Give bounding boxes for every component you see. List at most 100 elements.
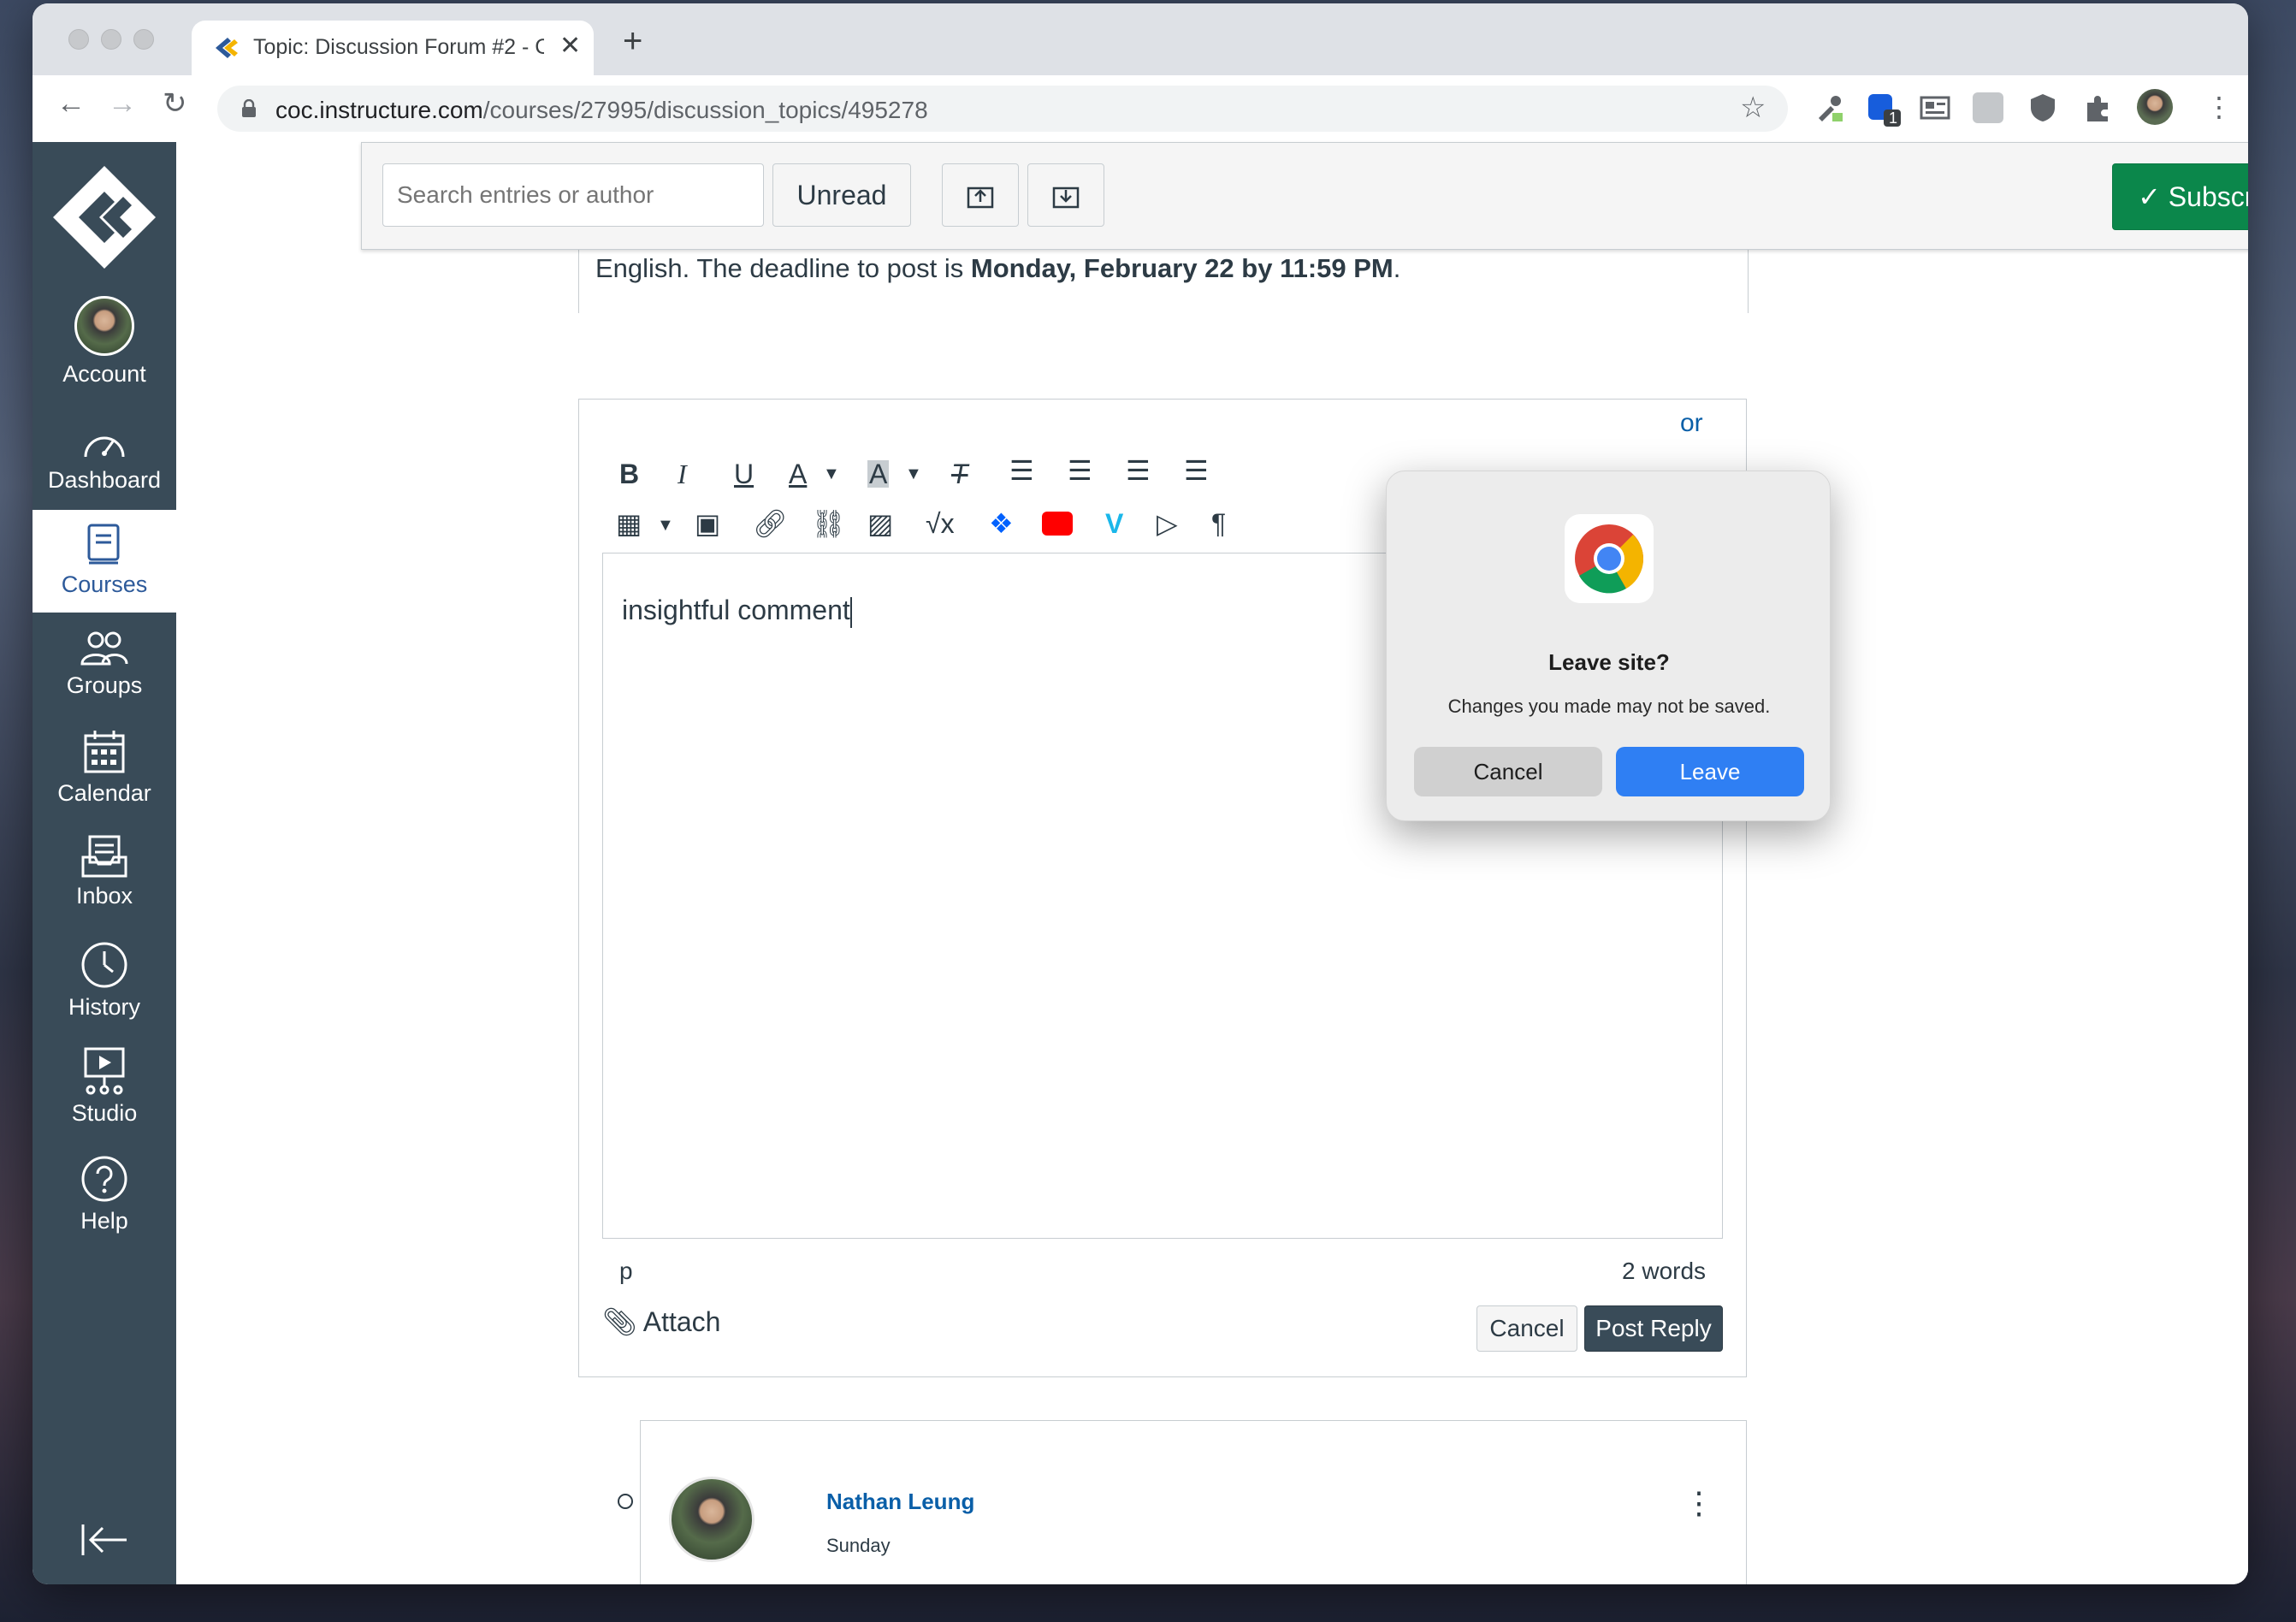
align-left-icon[interactable]: ☰ (1009, 457, 1034, 484)
calendar-icon (84, 731, 125, 773)
bold-icon[interactable]: B (619, 460, 639, 488)
indent-icon[interactable]: ☰ (1184, 457, 1209, 484)
underline-icon[interactable]: U (734, 460, 754, 488)
minimize-window-button[interactable] (101, 29, 121, 50)
element-path: p (619, 1258, 633, 1284)
discussion-toolbar: Unread ✓ Subscribed (361, 142, 2248, 250)
align-center-icon[interactable]: ☰ (1068, 457, 1092, 484)
sidebar-item-studio[interactable]: Studio (33, 1047, 176, 1127)
collapse-nav-icon[interactable] (80, 1523, 128, 1557)
sidebar-item-label: Inbox (75, 883, 133, 909)
unlink-icon[interactable]: ⛓︎ (811, 510, 846, 537)
sidebar-item-courses[interactable]: Courses (33, 510, 176, 613)
courses-book-icon (87, 524, 120, 565)
sidebar-item-label: Groups (66, 672, 143, 698)
attach-button[interactable]: 📎︎ Attach (602, 1305, 720, 1338)
attach-label: Attach (642, 1306, 721, 1337)
browser-menu-icon[interactable]: ⋮ (2205, 91, 2233, 123)
dialog-leave-button[interactable]: Leave (1616, 747, 1804, 796)
subscribed-label: Subscribed (2168, 181, 2248, 212)
more-options-icon[interactable]: ⋮ (1684, 1485, 1714, 1521)
search-entries-input[interactable] (382, 163, 764, 227)
dialog-title: Leave site? (1548, 649, 1670, 675)
subscribed-button[interactable]: ✓ Subscribed (2112, 163, 2248, 230)
link-icon[interactable]: 🔗︎ (753, 510, 788, 537)
address-bar[interactable]: coc.instructure.com/courses/27995/discus… (217, 86, 1788, 132)
sidebar-item-history[interactable]: History (33, 941, 176, 1021)
back-icon[interactable]: ← (56, 89, 86, 118)
table-icon[interactable]: ▦ (616, 510, 642, 537)
sidebar-item-inbox[interactable]: Inbox (33, 835, 176, 909)
image-icon[interactable]: ▨ (867, 510, 893, 537)
sidebar-item-dashboard[interactable]: Dashboard (33, 424, 176, 494)
dropbox-icon[interactable]: ❖ (989, 510, 1014, 537)
leave-site-dialog: Leave site? Changes you made may not be … (1386, 471, 1831, 821)
italic-icon[interactable]: I (678, 460, 687, 488)
groups-icon (80, 631, 128, 666)
browser-tab[interactable]: Topic: Discussion Forum #2 - C ✕ (192, 21, 594, 75)
paragraph-icon[interactable]: ¶ (1211, 510, 1226, 537)
sidebar-item-help[interactable]: Help (33, 1155, 176, 1234)
html-editor-link[interactable]: or (1680, 409, 1703, 438)
forward-icon[interactable]: → (108, 89, 137, 118)
sidebar-item-label: Studio (71, 1100, 138, 1126)
new-tab-button[interactable]: + (623, 24, 642, 58)
cancel-reply-button[interactable]: Cancel (1476, 1305, 1577, 1352)
history-clock-icon (81, 942, 127, 988)
text-color-dropdown-icon[interactable]: ▼ (823, 465, 840, 482)
table-dropdown-icon[interactable]: ▼ (657, 517, 674, 534)
dashboard-icon (84, 436, 125, 458)
avatar[interactable] (669, 1477, 754, 1562)
extension-badge: 1 (1889, 110, 1898, 127)
text-caret (849, 596, 852, 628)
unread-indicator[interactable] (618, 1494, 633, 1509)
translate-extension-icon[interactable] (1973, 92, 2003, 123)
background-color-icon[interactable]: A (867, 460, 890, 488)
clear-formatting-icon[interactable]: T (951, 460, 968, 488)
lock-icon (242, 99, 256, 117)
browser-window: Topic: Discussion Forum #2 - C ✕ + ← → ↻… (33, 3, 2248, 1584)
tab-close-icon[interactable]: ✕ (559, 31, 581, 61)
sidebar-item-account[interactable]: Account (33, 296, 176, 388)
background-color-dropdown-icon[interactable]: ▼ (905, 465, 922, 482)
studio-icon (84, 1047, 125, 1095)
author-link[interactable]: Nathan Leung (826, 1489, 974, 1515)
text-color-icon[interactable]: A (789, 460, 807, 488)
media-icon[interactable]: ▣ (695, 510, 720, 537)
checkmark-icon: ✓ (2138, 181, 2169, 212)
zoom-window-button[interactable] (133, 29, 154, 50)
topic-text-start: English. The deadline to post is (595, 253, 971, 283)
tab-strip: Topic: Discussion Forum #2 - C ✕ + (33, 3, 2248, 75)
math-equation-icon[interactable]: √x (926, 510, 955, 537)
sidebar-item-groups[interactable]: Groups (33, 630, 176, 699)
extensions-puzzle-icon[interactable] (2082, 92, 2113, 123)
eyedropper-extension-icon[interactable] (1814, 92, 1844, 123)
word-count: 2 words (1622, 1258, 1707, 1284)
college-logo-icon[interactable] (44, 157, 164, 277)
sidebar-item-calendar[interactable]: Calendar (33, 729, 176, 807)
unread-filter-button[interactable]: Unread (772, 163, 911, 227)
profile-avatar[interactable] (2137, 89, 2173, 125)
url-host: coc.instructure.com (275, 97, 483, 123)
video-icon[interactable]: ▷ (1157, 510, 1178, 537)
editor-content[interactable]: insightful comment (622, 595, 852, 628)
sidebar-item-label: Courses (61, 571, 148, 597)
reader-extension-icon[interactable] (1920, 92, 1950, 123)
align-right-icon[interactable]: ☰ (1126, 457, 1151, 484)
dialog-cancel-button[interactable]: Cancel (1414, 747, 1602, 796)
expand-replies-button[interactable] (1027, 163, 1104, 227)
bitwarden-extension-icon[interactable]: 1 (1867, 92, 1901, 127)
reply-date: Sunday (826, 1535, 891, 1556)
post-reply-button[interactable]: Post Reply (1584, 1305, 1723, 1352)
vimeo-icon[interactable]: V (1105, 510, 1123, 537)
ublock-extension-icon[interactable] (2027, 92, 2058, 123)
reload-icon[interactable]: ↻ (163, 89, 187, 118)
chrome-logo-icon (1565, 514, 1654, 603)
topic-body-text: English. The deadline to post is Monday,… (595, 253, 1400, 284)
discussion-page: English. The deadline to post is Monday,… (176, 142, 2248, 1584)
bookmark-star-icon[interactable]: ☆ (1740, 91, 1766, 125)
close-window-button[interactable] (68, 29, 89, 50)
youtube-icon[interactable] (1042, 512, 1073, 536)
inbox-icon (81, 835, 127, 878)
collapse-replies-button[interactable] (942, 163, 1019, 227)
